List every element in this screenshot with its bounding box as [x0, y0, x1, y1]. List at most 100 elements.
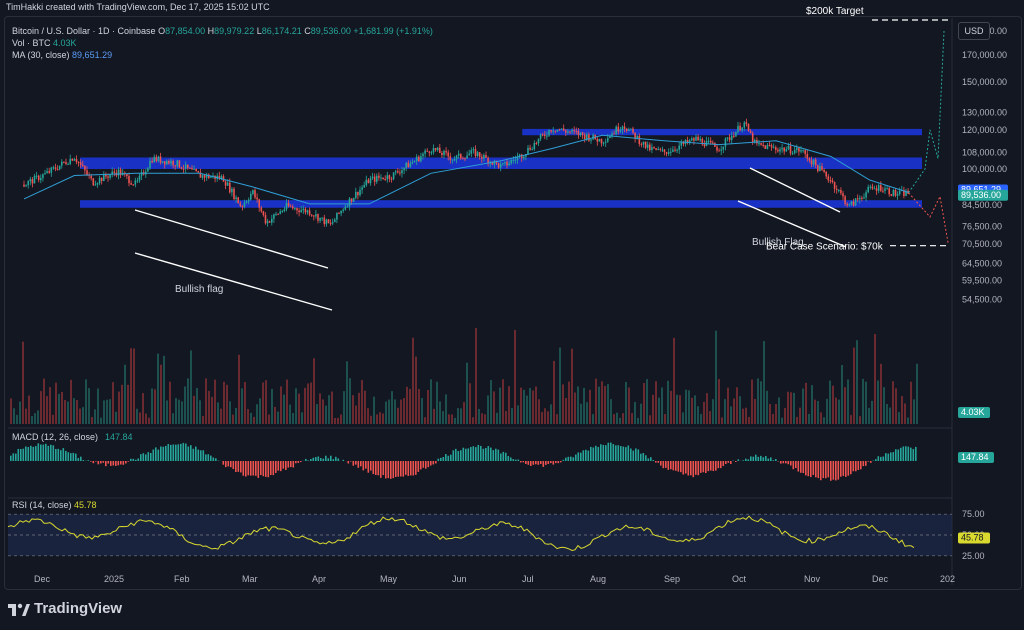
candle-body	[571, 129, 573, 132]
macd-histogram-bar	[495, 448, 497, 461]
macd-histogram-bar	[562, 459, 565, 461]
candle-body	[747, 123, 750, 132]
candle-body	[506, 161, 508, 166]
macd-histogram-bar	[710, 461, 712, 471]
candle-body	[892, 189, 895, 196]
bear-label: Bear Case Scenario: $70k	[766, 242, 884, 253]
candle-body	[678, 145, 680, 150]
macd-histogram-bar	[365, 461, 367, 469]
macd-histogram-bar	[430, 461, 432, 466]
macd-histogram-bar	[100, 461, 102, 464]
macd-histogram-bar	[47, 445, 50, 461]
candle-body	[394, 171, 397, 173]
volume-bar	[757, 378, 759, 424]
volume-bar	[727, 387, 729, 424]
candle-body	[90, 175, 92, 179]
macd-histogram-bar	[487, 446, 490, 461]
macd-histogram-bar	[287, 461, 290, 468]
candle-body	[268, 221, 271, 223]
macd-histogram-bar	[640, 453, 642, 461]
volume-bar	[58, 393, 60, 424]
chart-canvas[interactable]: Bullish flagBullish Flag$200k TargetBear…	[0, 0, 1024, 630]
macd-histogram-bar	[877, 456, 880, 461]
currency-button[interactable]: USD	[958, 22, 990, 40]
volume-bar	[154, 389, 156, 424]
candle-body	[357, 191, 359, 196]
candle-body	[376, 175, 378, 182]
macd-histogram-bar	[307, 460, 310, 461]
candle-body	[174, 165, 176, 167]
macd-histogram-bar	[407, 461, 410, 476]
macd-histogram-bar	[860, 461, 862, 470]
volume-bar	[253, 416, 255, 424]
candle-body	[182, 168, 185, 170]
macd-histogram-bar	[532, 461, 535, 465]
macd-histogram-bar	[330, 455, 332, 461]
volume-bar	[70, 379, 72, 424]
macd-histogram-bar	[22, 448, 25, 461]
volume-bar	[256, 404, 258, 424]
volume-bar	[475, 328, 477, 424]
volume-bar	[328, 395, 330, 424]
volume-bar	[811, 385, 813, 424]
candle-body	[833, 182, 836, 189]
candle-body	[877, 185, 880, 191]
candle-body	[565, 130, 567, 133]
volume-bar	[823, 417, 825, 424]
candle-body	[373, 176, 376, 182]
volume-bar	[508, 386, 510, 424]
macd-histogram-bar	[820, 461, 822, 481]
volume-bar	[844, 387, 846, 424]
volume-bar	[883, 387, 885, 424]
volume-bar	[397, 407, 399, 424]
volume-bar	[379, 412, 381, 424]
candle-body	[331, 222, 334, 224]
volume-bar	[436, 381, 438, 424]
candle-body	[363, 185, 365, 188]
symbol-name: Bitcoin / U.S. Dollar · 1D · Coinbase	[12, 26, 156, 36]
candle-body	[180, 167, 183, 169]
candle-body	[386, 175, 389, 180]
volume-bar	[376, 414, 378, 424]
macd-histogram-bar	[332, 459, 335, 461]
macd-histogram-bar	[647, 458, 650, 461]
rsi-value: 45.78	[74, 500, 97, 510]
candle-body	[149, 160, 151, 169]
macd-histogram-bar	[610, 442, 612, 461]
candle-body	[483, 155, 485, 159]
macd-histogram-bar	[300, 461, 302, 463]
candle-body	[758, 143, 760, 145]
macd-histogram-bar	[405, 461, 407, 475]
macd-histogram-bar	[627, 445, 630, 461]
volume-bar	[616, 412, 618, 424]
volume-bar	[391, 391, 393, 424]
candle-body	[92, 178, 95, 186]
macd-histogram-bar	[850, 461, 852, 475]
candle-body	[235, 197, 237, 200]
volume-bar	[73, 398, 75, 424]
candle-body	[420, 156, 422, 162]
macd-histogram-bar	[165, 445, 167, 461]
volume-bar	[289, 404, 291, 424]
macd-histogram-bar	[905, 446, 907, 461]
candle-body	[577, 131, 580, 136]
volume-bar	[100, 417, 102, 424]
x-tick-label: 202	[940, 574, 955, 584]
macd-histogram-bar	[305, 458, 307, 461]
macd-histogram-bar	[427, 461, 430, 468]
macd-histogram-bar	[52, 445, 55, 461]
candle-body	[817, 165, 819, 172]
candle-body	[418, 156, 420, 162]
candle-body	[697, 136, 699, 141]
macd-histogram-bar	[12, 453, 15, 461]
volume-bar	[685, 389, 687, 424]
candle-body	[424, 150, 426, 154]
volume-bar	[829, 380, 831, 424]
candle-body	[470, 150, 473, 154]
candle-body	[23, 184, 25, 187]
macd-histogram-bar	[875, 459, 877, 461]
candle-body	[751, 133, 754, 143]
volume-bar	[313, 358, 315, 424]
y-tick-label: 130,000.00	[962, 108, 1007, 118]
candle-body	[304, 208, 307, 213]
